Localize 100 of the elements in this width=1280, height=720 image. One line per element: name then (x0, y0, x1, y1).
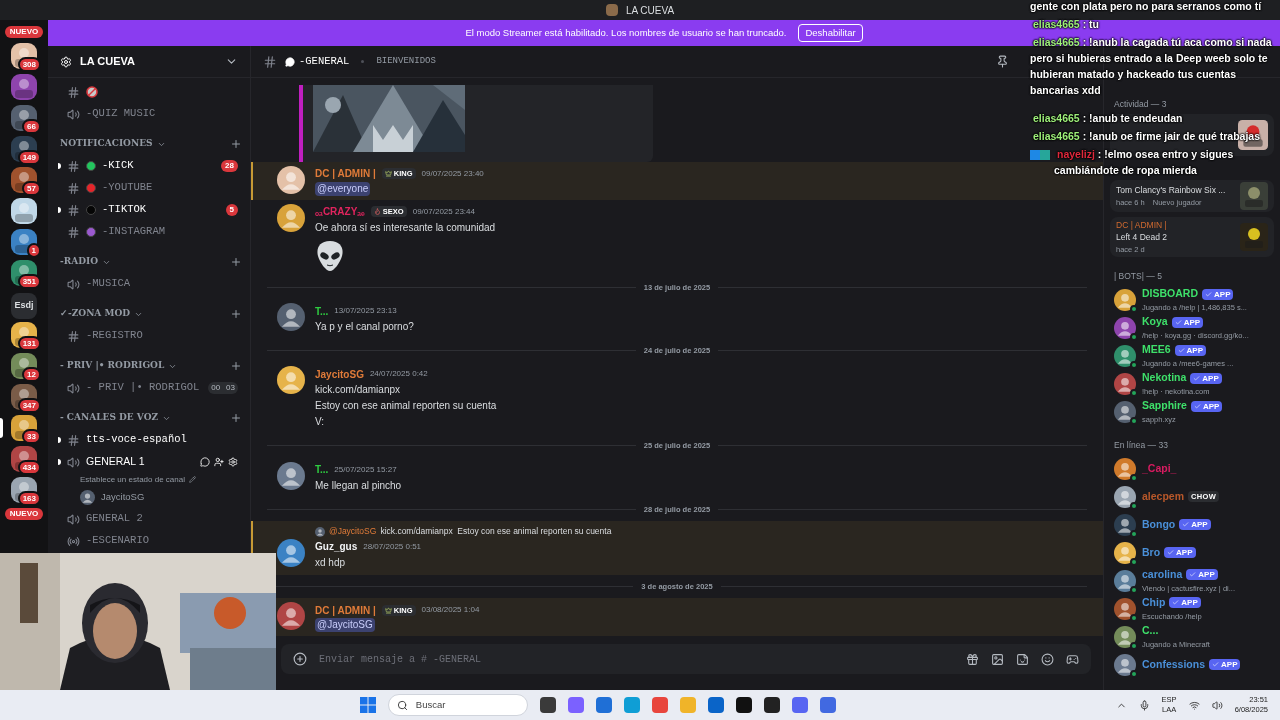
mention-badge: 351 (17, 274, 41, 289)
adults-only-icon (86, 86, 98, 98)
settings-icon[interactable] (228, 457, 238, 467)
member-item[interactable]: _Capi_ (1110, 454, 1274, 483)
channel-item[interactable]: -KICK 28 (56, 155, 242, 177)
avatar (277, 203, 305, 232)
activity-title: Left 4 Dead 2 (1116, 231, 1169, 245)
author-name[interactable]: JaycitoSG (315, 366, 364, 382)
channel-item[interactable]: -QUIZ MUSIC (56, 103, 242, 125)
gift-icon[interactable] (966, 652, 979, 666)
emoji-icon[interactable] (1041, 652, 1054, 666)
category-label[interactable]: - CANALES DE VOZ (60, 411, 159, 425)
add-icon[interactable] (230, 360, 242, 372)
voice-user[interactable]: JaycitoSG (101, 489, 145, 505)
composer-bar[interactable]: Enviar mensaje a # -GENERAL (281, 644, 1091, 674)
avatar (1114, 316, 1136, 339)
add-icon[interactable] (230, 256, 242, 268)
member-item[interactable]: Bro APP (1110, 538, 1274, 567)
channel-status[interactable]: Establece un estado de canal (80, 473, 185, 486)
add-icon[interactable] (230, 412, 242, 424)
taskbar-search-bar[interactable]: Buscar (387, 694, 528, 716)
channel-item[interactable]: -REGISTRO (56, 325, 242, 347)
taskbar-app-icon[interactable] (735, 697, 752, 713)
channel-item[interactable]: -INSTAGRAM (56, 221, 242, 243)
new-badge: NUEVO (4, 26, 44, 38)
member-name: MEE6 (1142, 342, 1171, 358)
microphone-icon[interactable] (1138, 699, 1150, 711)
reply-user[interactable]: @JaycitoSG (329, 525, 377, 539)
timestamp: 13/07/2025 23:13 (334, 305, 397, 317)
channel-item[interactable]: -MUSICA (56, 273, 242, 295)
tag-label: APP (1198, 569, 1215, 581)
author-name[interactable]: DC | ADMIN | (315, 602, 376, 618)
taskbar-app-icon[interactable] (539, 697, 556, 713)
disable-button[interactable]: Deshabilitar (798, 23, 863, 43)
category-label[interactable]: NOTIFICACIONES (60, 137, 153, 151)
server-name[interactable]: LA CUEVA (80, 53, 135, 70)
gif-icon[interactable] (991, 652, 1004, 666)
add-icon[interactable] (230, 308, 242, 320)
channel-item[interactable]: -ESCENARIO (56, 530, 242, 552)
channel-name: tts-voce-español (86, 432, 187, 448)
search-input[interactable]: Buscar (415, 697, 519, 713)
category-label[interactable]: ✓-ZONA MOD (60, 307, 131, 321)
invite-icon[interactable] (214, 457, 224, 467)
mention[interactable]: @JaycitoSG (315, 618, 375, 632)
server-icon[interactable] (11, 229, 37, 255)
search-icon (396, 699, 408, 711)
author-name[interactable]: T... (315, 303, 329, 319)
channel-item[interactable]: - PRIV |• RODRIGOL 00 03 (56, 377, 242, 399)
wifi-icon[interactable] (1188, 699, 1200, 711)
chat-icon[interactable] (200, 457, 210, 467)
message-input[interactable]: Enviar mensaje a # -GENERAL (319, 651, 954, 667)
timestamp: 03/08/2025 1:04 (421, 604, 480, 616)
timestamp: 24/07/2025 0:42 (369, 368, 428, 381)
edit-icon[interactable] (188, 476, 196, 483)
user-counter: 03 (225, 382, 236, 394)
reply-text[interactable]: kick.com/damianpx Estoy con ese animal reporten su cuenta (380, 525, 612, 539)
mention[interactable]: @everyone (315, 181, 371, 196)
server-button[interactable]: Esdj (11, 292, 37, 319)
author-name[interactable]: Guz_gus (315, 539, 358, 555)
new-badge: NUEVO (4, 508, 44, 520)
gamepad-icon[interactable] (1066, 652, 1079, 666)
taskbar-app-icon[interactable] (763, 697, 780, 713)
member-item[interactable]: Bongo APP (1110, 510, 1274, 539)
attach-icon[interactable] (293, 652, 307, 666)
check-icon (1182, 521, 1190, 528)
category-label[interactable]: - PRIV |• RODRIGOL (60, 359, 165, 373)
message-text: kick.com/damianpx (315, 383, 402, 398)
channel-item[interactable]: GENERAL 1 (56, 451, 242, 473)
author-name[interactable]: DC | ADMIN | (315, 166, 376, 182)
tag-label: APP (1183, 316, 1201, 328)
author-name[interactable]: ₒₐCRAZYₐₑ (315, 204, 365, 220)
streamer-mode-notice: El modo Streamer está habilitado. Los nombres de usuario se han truncado. (465, 25, 787, 40)
channel-item[interactable]: tts-voce-español (56, 429, 242, 451)
threads-icon[interactable] (996, 55, 1009, 68)
member-name: DISBOARD (1142, 286, 1198, 302)
check-icon (1212, 661, 1219, 668)
speaker-icon (67, 381, 80, 395)
mention-badge: 57 (22, 181, 41, 196)
server-icon[interactable] (11, 74, 37, 100)
check-icon (1189, 571, 1197, 579)
avatar (1114, 625, 1136, 648)
category-label[interactable]: -RADIO (60, 255, 99, 269)
channel-topic[interactable]: BIENVENIDOS (376, 54, 436, 69)
server-icon[interactable] (11, 198, 37, 224)
volume-icon[interactable] (1211, 699, 1223, 711)
channel-item[interactable]: -YOUTUBE (56, 177, 242, 199)
hash-icon (67, 159, 80, 173)
mention-badge: 149 (17, 150, 41, 165)
avatar (1114, 485, 1136, 508)
message-text: Ya p y el canal porno? (315, 320, 414, 334)
windows-start-icon[interactable] (359, 697, 376, 713)
message-text: V: (315, 415, 326, 430)
author-name[interactable]: T... (315, 462, 329, 477)
sticker-icon[interactable] (1016, 652, 1029, 666)
crown-icon (384, 170, 392, 178)
member-item[interactable]: Confessions APP (1110, 650, 1274, 679)
add-icon[interactable] (230, 138, 242, 150)
server-badge-icon (60, 55, 72, 68)
channel-item[interactable]: -TIKTOK 5 (56, 199, 242, 221)
channel-item[interactable]: GENERAL 2 (56, 508, 242, 530)
